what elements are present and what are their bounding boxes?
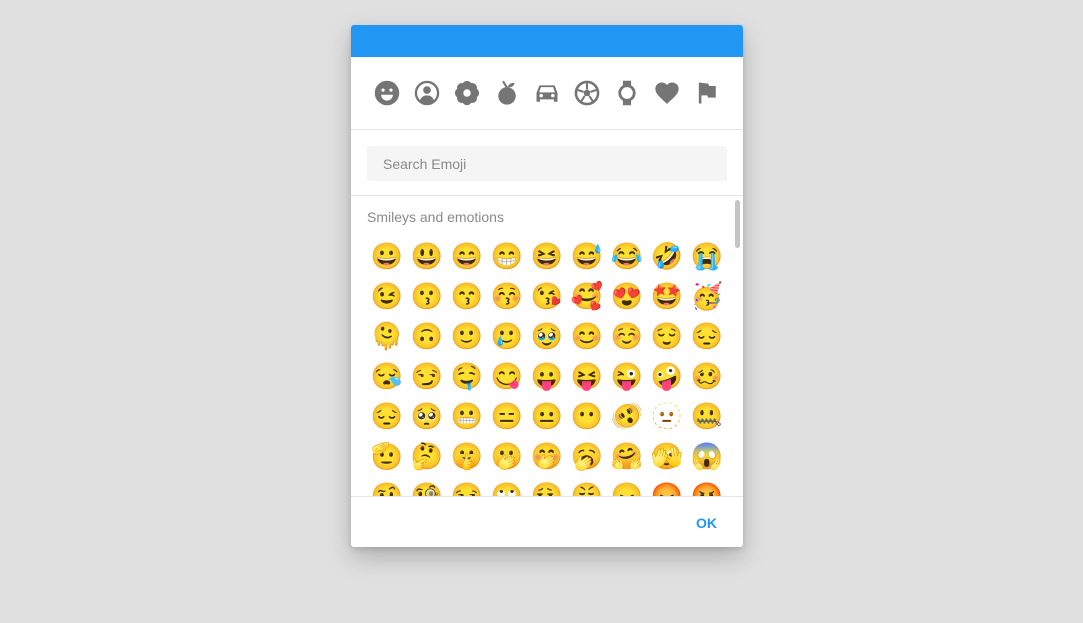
- emoji-item[interactable]: 😶: [567, 396, 607, 436]
- emoji-item[interactable]: 🥺: [407, 396, 447, 436]
- emoji-item[interactable]: 😍: [607, 276, 647, 316]
- emoji-item[interactable]: 😊: [567, 316, 607, 356]
- category-people[interactable]: [407, 73, 447, 113]
- emoji-item[interactable]: 😔: [367, 396, 407, 436]
- emoji-item[interactable]: 🤗: [607, 436, 647, 476]
- emoji-item[interactable]: 🤨: [367, 476, 407, 496]
- emoji-item[interactable]: 🧐: [407, 476, 447, 496]
- category-flags[interactable]: [687, 73, 727, 113]
- emoji-item[interactable]: 🤭: [527, 436, 567, 476]
- emoji-item[interactable]: 🥲: [487, 316, 527, 356]
- emoji-item[interactable]: 😜: [607, 356, 647, 396]
- emoji-item[interactable]: 😙: [447, 276, 487, 316]
- emoji-item[interactable]: 😉: [367, 276, 407, 316]
- title-bar: [351, 25, 743, 57]
- emoji-item[interactable]: 😮‍💨: [527, 476, 567, 496]
- category-symbols[interactable]: [647, 73, 687, 113]
- emoji-item[interactable]: 😅: [567, 236, 607, 276]
- scrollbar[interactable]: [735, 200, 740, 248]
- category-food[interactable]: [487, 73, 527, 113]
- emoji-item[interactable]: 😐: [527, 396, 567, 436]
- emoji-item[interactable]: 🫢: [487, 436, 527, 476]
- emoji-item[interactable]: 🫡: [367, 436, 407, 476]
- emoji-item[interactable]: 🙃: [407, 316, 447, 356]
- emoji-item[interactable]: 🫥: [647, 396, 687, 436]
- emoji-item[interactable]: 😤: [567, 476, 607, 496]
- emoji-item[interactable]: 🤣: [647, 236, 687, 276]
- emoji-item[interactable]: 😝: [567, 356, 607, 396]
- emoji-item[interactable]: 🥳: [687, 276, 727, 316]
- emoji-list[interactable]: Smileys and emotions 😀 😃 😄 😁 😆 😅 😂 🤣 😭 😉 😗 😙 😚 😘 🥰 😍 🤩 🥳 🫠…: [351, 196, 743, 497]
- soccer-ball-icon: [574, 80, 600, 106]
- emoji-item[interactable]: 🥰: [567, 276, 607, 316]
- flag-icon: [698, 82, 716, 104]
- emoji-item[interactable]: 🥱: [567, 436, 607, 476]
- category-travel[interactable]: [527, 73, 567, 113]
- emoji-item[interactable]: 😬: [447, 396, 487, 436]
- heart-icon: [655, 82, 679, 104]
- emoji-item[interactable]: 😠: [607, 476, 647, 496]
- category-smileys[interactable]: [367, 73, 407, 113]
- emoji-item[interactable]: 😏: [407, 356, 447, 396]
- category-objects[interactable]: [607, 73, 647, 113]
- person-icon: [414, 80, 440, 106]
- emoji-item[interactable]: 😗: [407, 276, 447, 316]
- smiley-icon: [374, 80, 400, 106]
- emoji-item[interactable]: 🙂: [447, 316, 487, 356]
- emoji-item[interactable]: 😱: [687, 436, 727, 476]
- emoji-item[interactable]: 🙄: [487, 476, 527, 496]
- emoji-item[interactable]: 😀: [367, 236, 407, 276]
- emoji-item[interactable]: 😆: [527, 236, 567, 276]
- emoji-item[interactable]: 🤬: [687, 476, 727, 496]
- emoji-item[interactable]: 😪: [367, 356, 407, 396]
- category-activities[interactable]: [567, 73, 607, 113]
- search-bar: [351, 130, 743, 196]
- category-tabs: [351, 57, 743, 130]
- emoji-item[interactable]: 🫠: [367, 316, 407, 356]
- emoji-item[interactable]: 😡: [647, 476, 687, 496]
- emoji-grid: 😀 😃 😄 😁 😆 😅 😂 🤣 😭 😉 😗 😙 😚 😘 🥰 😍 🤩 🥳 🫠 🙃 🙂 🥲 🥹 😊 ☺️ 😌 😔 😪 😏 🤤 😋 😛 😝 😜 🤪 🥴 😔 🥺 😬…: [367, 236, 727, 496]
- fruit-icon: [498, 80, 516, 105]
- flower-icon: [454, 80, 480, 106]
- emoji-item[interactable]: 🥴: [687, 356, 727, 396]
- emoji-item[interactable]: 😘: [527, 276, 567, 316]
- search-input[interactable]: [367, 146, 727, 181]
- emoji-picker-dialog: Smileys and emotions 😀😃😄😁😆😅😂🤣😭 😉😗😙😚😘🥰😍🤩🥳 🫠…: [351, 25, 743, 547]
- section-title: Smileys and emotions: [367, 209, 504, 225]
- emoji-item[interactable]: 😋: [487, 356, 527, 396]
- emoji-item[interactable]: 🤐: [687, 396, 727, 436]
- emoji-item[interactable]: 🥹: [527, 316, 567, 356]
- emoji-item[interactable]: 🤫: [447, 436, 487, 476]
- emoji-item[interactable]: 🫨: [607, 396, 647, 436]
- emoji-item[interactable]: 😌: [647, 316, 687, 356]
- category-nature[interactable]: [447, 73, 487, 113]
- emoji-item[interactable]: 😚: [487, 276, 527, 316]
- emoji-item[interactable]: 🤩: [647, 276, 687, 316]
- footer: OK: [351, 497, 743, 547]
- car-icon: [536, 85, 558, 102]
- emoji-item[interactable]: 😭: [687, 236, 727, 276]
- emoji-item[interactable]: 😄: [447, 236, 487, 276]
- watch-icon: [618, 80, 636, 106]
- emoji-item[interactable]: ☺️: [607, 316, 647, 356]
- emoji-item[interactable]: 😃: [407, 236, 447, 276]
- emoji-item[interactable]: 🤪: [647, 356, 687, 396]
- emoji-item[interactable]: 😂: [607, 236, 647, 276]
- ok-button[interactable]: OK: [692, 513, 721, 533]
- emoji-item[interactable]: 🫣: [647, 436, 687, 476]
- emoji-item[interactable]: 😔: [687, 316, 727, 356]
- emoji-item[interactable]: 🤔: [407, 436, 447, 476]
- emoji-item[interactable]: 😛: [527, 356, 567, 396]
- emoji-item[interactable]: 😒: [447, 476, 487, 496]
- emoji-item[interactable]: 😁: [487, 236, 527, 276]
- emoji-item[interactable]: 🤤: [447, 356, 487, 396]
- emoji-item[interactable]: 😑: [487, 396, 527, 436]
